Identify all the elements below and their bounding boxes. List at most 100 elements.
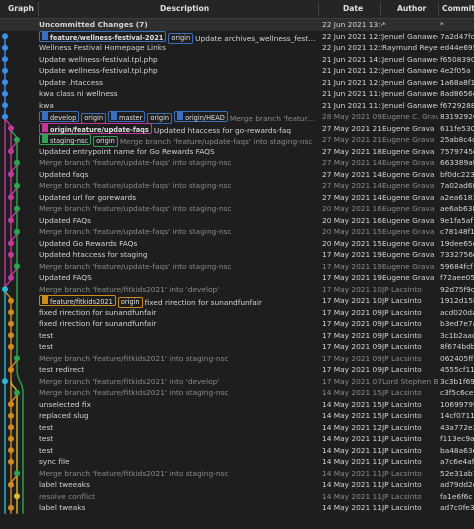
commit-row[interactable]: Merge branch 'feature/update-faqs' into … <box>0 261 474 273</box>
commit-message: Updated htaccess for staging <box>39 250 148 259</box>
commit-row[interactable]: develop origin master origin origin/HEAD Merg… <box>0 111 474 124</box>
branch-ref-badge[interactable]: origin/HEAD <box>174 111 228 122</box>
commit-author: Eugene Grava <box>382 192 435 202</box>
commit-row[interactable]: Updated entrypoint name for Go Rewards F… <box>0 146 474 158</box>
commit-message: Updated url for gorewards <box>39 192 137 202</box>
commit-row[interactable]: Updated htaccess for staging 17 May 2021 … <box>0 249 474 261</box>
branch-ref-badge[interactable]: feature/fitkids2021 <box>39 295 116 306</box>
commit-message: test redirect <box>39 365 85 374</box>
commit-row[interactable]: replaced slug 14 May 2021 15:02JP Lacsint… <box>0 410 474 422</box>
commit-row[interactable]: Updated Go Rewards FAQs 20 May 2021 15:02… <box>0 238 474 250</box>
date-column-header[interactable]: Date <box>343 4 363 13</box>
commit-author: Eugene Grava <box>382 261 435 271</box>
branch-ref-label: origin <box>84 114 104 122</box>
commit-hash: 1912d158 <box>440 296 474 305</box>
commit-row[interactable]: origin/feature/update-faqs Updated htacce… <box>0 122 474 135</box>
commit-date: 21 Jun 2021 11:10 <box>322 100 382 110</box>
commit-hash: a2ea6181 <box>440 192 474 202</box>
commit-row[interactable]: feature/fitkids2021 origin fixed rirection… <box>0 295 474 308</box>
column-resizer[interactable] <box>438 2 439 16</box>
commit-row[interactable]: Merge branch 'feature/update-faqs' into … <box>0 157 474 169</box>
commit-row[interactable]: Merge branch 'feature/fitkids2021' into … <box>0 353 474 365</box>
commit-description: Merge branch 'feature/update-faqs' into … <box>39 180 317 192</box>
commit-row[interactable]: Merge branch 'feature/update-faqs' into … <box>0 180 474 192</box>
commit-row[interactable]: Updated url for gorewards 27 May 2021 14:… <box>0 192 474 204</box>
commit-row[interactable]: fixed rirection for sunandfunfair 17 May … <box>0 307 474 319</box>
commit-row[interactable]: Updated FAQS 17 May 2021 19:19Eugene Grav… <box>0 272 474 284</box>
commit-row[interactable]: test 17 May 2021 09:33JP Lacsinto 3c1b2aac <box>0 330 474 342</box>
commit-row[interactable]: kwa 21 Jun 2021 11:10Jenuel Ganawedf67292… <box>0 100 474 112</box>
commit-message: Update wellness-festival.tpl.php <box>39 54 158 64</box>
branch-ref-badge[interactable]: develop <box>39 111 80 122</box>
commit-row[interactable]: kwa class ni wellness 21 Jun 2021 11:48Je… <box>0 88 474 100</box>
commit-row[interactable]: Merge branch 'feature/update-faqs' into … <box>0 203 474 215</box>
commit-message: Merge branch 'feature/update-faqs' into … <box>39 227 232 236</box>
commit-date: 28 May 2021 09:46 <box>322 112 382 121</box>
branch-ref-badge[interactable]: master <box>108 111 146 122</box>
column-resizer[interactable] <box>318 2 319 16</box>
commit-row[interactable]: label tweeaks 14 May 2021 11:21JP Lacsint… <box>0 479 474 491</box>
commit-date: 14 May 2021 11:21 <box>322 480 382 489</box>
commit-date: 17 May 2021 10:14 <box>322 296 382 305</box>
commit-hash: ad7c0fe3 <box>440 503 474 512</box>
commit-hash: 7a2d47fd <box>440 31 474 41</box>
graph-column-header[interactable]: Graph <box>8 4 34 13</box>
commit-row[interactable]: Uncommitted Changes (7) 22 Jun 2021 13:45… <box>0 19 474 31</box>
commit-author: JP Lacsinto <box>382 307 422 317</box>
commit-author: Eugene Grava <box>382 158 435 167</box>
commit-row[interactable]: Update wellness-festival.tpl.php 21 Jun 2… <box>0 65 474 77</box>
commit-row[interactable]: staging-nsc origin Merge branch 'feature/u… <box>0 134 474 147</box>
commit-row[interactable]: test 17 May 2021 09:31JP Lacsinto 8f674bdb <box>0 341 474 353</box>
commit-row[interactable]: Merge branch 'feature/fitkids2021' into … <box>0 376 474 388</box>
commit-description: Update wellness-festival.tpl.php <box>39 54 317 66</box>
commit-row[interactable]: resolve conflict 14 May 2021 11:14JP Lacs… <box>0 491 474 503</box>
commit-date: 17 May 2021 07:43 <box>322 376 382 386</box>
commit-row[interactable]: sync file 14 May 2021 11:30JP Lacsinto a7c… <box>0 456 474 468</box>
commit-message: fixed rirection for sunandfunfair <box>39 307 157 317</box>
commit-row[interactable]: test 14 May 2021 11:49JP Lacsinto f113ec9a <box>0 433 474 445</box>
column-resizer[interactable] <box>38 2 39 16</box>
commit-hash: acd020da <box>440 307 474 317</box>
commit-row[interactable]: Wellness Festival Homepage Links 22 Jun 2… <box>0 42 474 54</box>
commit-row[interactable]: unselected fix 14 May 2021 15:10JP Lacsin… <box>0 399 474 411</box>
commit-message: test <box>39 422 54 432</box>
branch-ref-label: develop <box>50 114 77 122</box>
commit-row[interactable]: feature/wellness-festival-2021 origin Upda… <box>0 30 474 44</box>
commit-date: 20 May 2021 15:02 <box>322 238 382 248</box>
commit-author: Eugene Grava <box>382 169 435 179</box>
commit-date: 17 May 2021 19:35 <box>322 250 382 259</box>
commit-row[interactable]: test redirect 17 May 2021 09:28JP Lacsint… <box>0 364 474 376</box>
commit-row[interactable]: label tweaks 14 May 2021 11:14JP Lacsinto… <box>0 502 474 514</box>
column-resizer[interactable] <box>380 2 381 16</box>
commit-row[interactable]: Update .htaccess 21 Jun 2021 12:22Jenuel … <box>0 77 474 89</box>
commit-row[interactable]: Updated FAQs 20 May 2021 16:50Eugene Grav… <box>0 215 474 227</box>
commit-hash: c3f5c6ce <box>440 388 474 397</box>
commit-author: Eugene Grava <box>382 135 435 144</box>
branch-ref-badge[interactable]: staging-nsc <box>39 134 92 145</box>
commit-description: label tweeaks <box>39 479 317 491</box>
commit-hash: 7579745e <box>440 146 474 156</box>
commit-row[interactable]: Merge branch 'feature/update-faqs' into … <box>0 226 474 238</box>
commit-author: Eugene Grava <box>382 215 435 225</box>
commit-message: label tweaks <box>39 503 86 512</box>
commit-row[interactable]: test 14 May 2021 12:01JP Lacsinto 43a772e2 <box>0 422 474 434</box>
commit-row[interactable]: Update wellness-festival.tpl.php 21 Jun 2… <box>0 54 474 66</box>
commit-row[interactable]: Updated faqs 27 May 2021 14:58Eugene Grav… <box>0 169 474 181</box>
commit-description: Wellness Festival Homepage Links <box>39 42 317 54</box>
commit-row[interactable]: Merge branch 'feature/fitkids2021' into … <box>0 468 474 480</box>
commit-row[interactable]: fixed rirection for sunandfunfair 17 May … <box>0 318 474 330</box>
commit-author: Jenuel Ganawed <box>382 77 438 87</box>
commit-hash: ba48a63e <box>440 445 474 455</box>
commit-row[interactable]: Merge branch 'feature/fitkids2021' into … <box>0 387 474 399</box>
commit-description: Updated faqs <box>39 169 317 181</box>
branch-ref-badge[interactable]: origin/feature/update-faqs <box>39 122 152 134</box>
author-column-header[interactable]: Author <box>397 4 426 13</box>
commit-row[interactable]: test 14 May 2021 11:46JP Lacsinto ba48a63e <box>0 445 474 457</box>
commit-column-header[interactable]: Commit <box>442 4 474 13</box>
commit-date: 14 May 2021 15:10 <box>322 388 382 397</box>
branch-ref-badge[interactable]: feature/wellness-festival-2021 <box>39 30 167 42</box>
description-column-header[interactable]: Description <box>160 4 209 13</box>
commit-description: resolve conflict <box>39 491 317 503</box>
commit-row[interactable]: Merge branch 'feature/fitkids2021' into … <box>0 284 474 296</box>
branch-icon <box>42 31 48 40</box>
